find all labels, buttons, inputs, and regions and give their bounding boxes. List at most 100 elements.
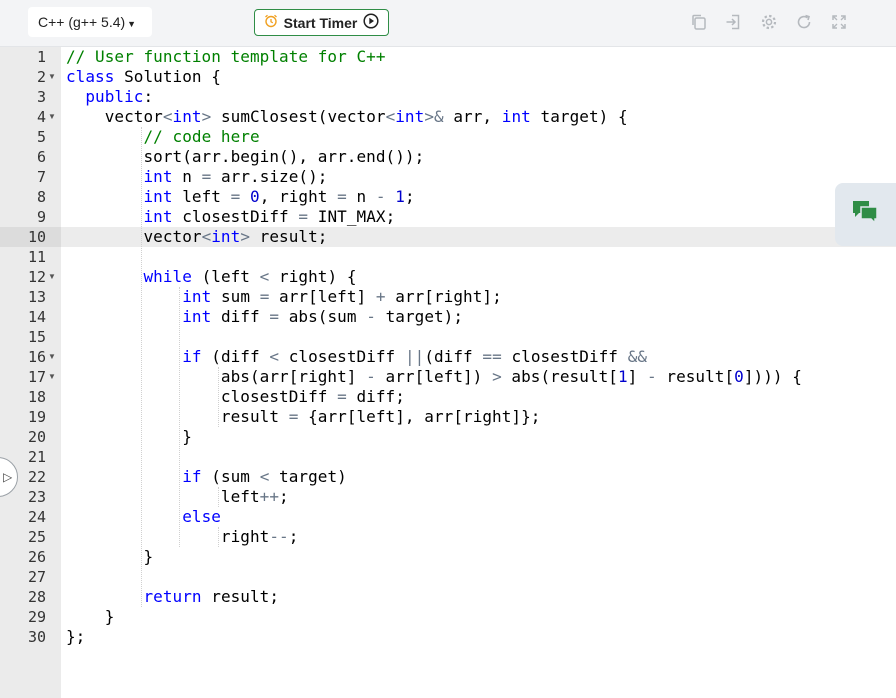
chevron-down-icon: ▼ [127,18,137,29]
line-number: 29 [27,608,46,626]
code-text: left++; [66,487,289,506]
line-number: 13 [27,288,46,306]
code-text: } [66,547,154,566]
play-circle-icon [363,13,379,32]
code-line: 25 right--; [0,527,896,547]
fold-arrow-icon[interactable]: ▼ [48,367,58,387]
line-number: 30 [27,628,46,646]
code-text: int closestDiff = INT_MAX; [143,207,396,226]
line-number: 1 [36,48,46,66]
line-number: 10 [27,228,46,246]
line-number: 3 [36,88,46,106]
language-select-value: C++ (g++ 5.4) [38,14,126,30]
sign-in-icon[interactable] [722,11,744,33]
code-line: 13 int sum = arr[left] + arr[right]; [0,287,896,307]
line-number: 8 [36,188,46,206]
line-number: 18 [27,388,46,406]
code-text: } [66,427,192,446]
line-number: 5 [36,128,46,146]
editor-toolbar: C++ (g++ 5.4) ▼ Start Timer [0,0,896,47]
alarm-clock-icon [264,14,278,31]
code-text: vector<int> result; [66,227,328,246]
code-text: sort(arr.begin(), arr.end()); [66,147,425,166]
code-line: 21 [0,447,896,467]
code-text: // code here [143,127,260,146]
code-text: while (left < right) { [143,267,357,286]
line-number: 14 [27,308,46,326]
code-line: 8 int left = 0, right = n - 1; [0,187,896,207]
code-line: 16 ▼ if (diff < closestDiff ||(diff == cl… [0,347,896,367]
line-number: 4 [36,108,46,126]
line-number: 24 [27,508,46,526]
code-line: 12 ▼ while (left < right) { [0,267,896,287]
fold-arrow-icon[interactable]: ▼ [48,267,58,287]
play-arrow-icon: ▷ [3,470,13,484]
line-number: 6 [36,148,46,166]
code-line: 27 [0,567,896,587]
code-text: if (diff < closestDiff ||(diff == closes… [182,347,648,366]
start-timer-label: Start Timer [283,14,358,31]
code-text: else [182,507,221,526]
reset-icon[interactable] [793,11,815,33]
code-text: int n = arr.size(); [143,167,328,186]
fold-arrow-icon[interactable]: ▼ [48,347,58,367]
line-number: 15 [27,328,46,346]
line-number: 16 [27,348,46,366]
line-number: 2 [36,68,46,86]
code-line: 1 // User function template for C++ [0,47,896,67]
code-line: 14 int diff = abs(sum - target); [0,307,896,327]
code-line: 3 public: [0,87,896,107]
code-text: class Solution { [66,67,221,86]
code-text: // User function template for C++ [66,47,386,66]
line-number: 17 [27,368,46,386]
code-line: 17 ▼ abs(arr[right] - arr[left]) > abs(re… [0,367,896,387]
line-number: 25 [27,528,46,546]
gear-icon[interactable] [758,11,780,33]
line-number: 11 [27,248,46,266]
code-text: return result; [143,587,280,606]
fold-arrow-icon[interactable]: ▼ [48,67,58,87]
code-text: result = {arr[left], arr[right]}; [66,407,541,426]
fold-arrow-icon[interactable]: ▼ [48,107,58,127]
code-text: int left = 0, right = n - 1; [143,187,415,206]
code-text: }; [66,627,86,646]
code-text: if (sum < target) [182,467,347,486]
code-line: 30}; [0,627,896,647]
code-text: closestDiff = diff; [66,387,405,406]
start-timer-button[interactable]: Start Timer [254,9,389,36]
line-number: 28 [27,588,46,606]
code-text: abs(arr[right] - arr[left]) > abs(result… [66,367,802,386]
code-line: 23 left++; [0,487,896,507]
code-line: 10 vector<int> result; [0,227,896,247]
line-number: 12 [27,268,46,286]
code-line: 18 closestDiff = diff; [0,387,896,407]
copy-icon[interactable] [688,11,710,33]
code-line: 9 int closestDiff = INT_MAX; [0,207,896,227]
code-line: 28 return result; [0,587,896,607]
code-line: 2 ▼ class Solution { [0,67,896,87]
code-line: 4 ▼ vector<int> sumClosest(vector<int>& a… [0,107,896,127]
code-line: 26 } [0,547,896,567]
line-number: 7 [36,168,46,186]
fullscreen-icon[interactable] [828,11,850,33]
line-number: 27 [27,568,46,586]
code-line: 19 result = {arr[left], arr[right]}; [0,407,896,427]
code-line: 11 [0,247,896,267]
code-line: 22 if (sum < target) [0,467,896,487]
code-line: 7 int n = arr.size(); [0,167,896,187]
code-text: right--; [66,527,299,546]
code-line: 6 sort(arr.begin(), arr.end()); [0,147,896,167]
line-number: 26 [27,548,46,566]
code-text: int sum = arr[left] + arr[right]; [182,287,502,306]
code-line: 5 // code here [0,127,896,147]
chat-icon [851,199,879,230]
language-select[interactable]: C++ (g++ 5.4) ▼ [28,7,152,37]
code-text: } [66,607,115,626]
chat-button[interactable] [835,183,896,246]
code-line: 24 else [0,507,896,527]
code-line: 20 } [0,427,896,447]
line-number: 9 [36,208,46,226]
code-line: 29 } [0,607,896,627]
code-text: public: [85,87,154,106]
code-line: 15 [0,327,896,347]
